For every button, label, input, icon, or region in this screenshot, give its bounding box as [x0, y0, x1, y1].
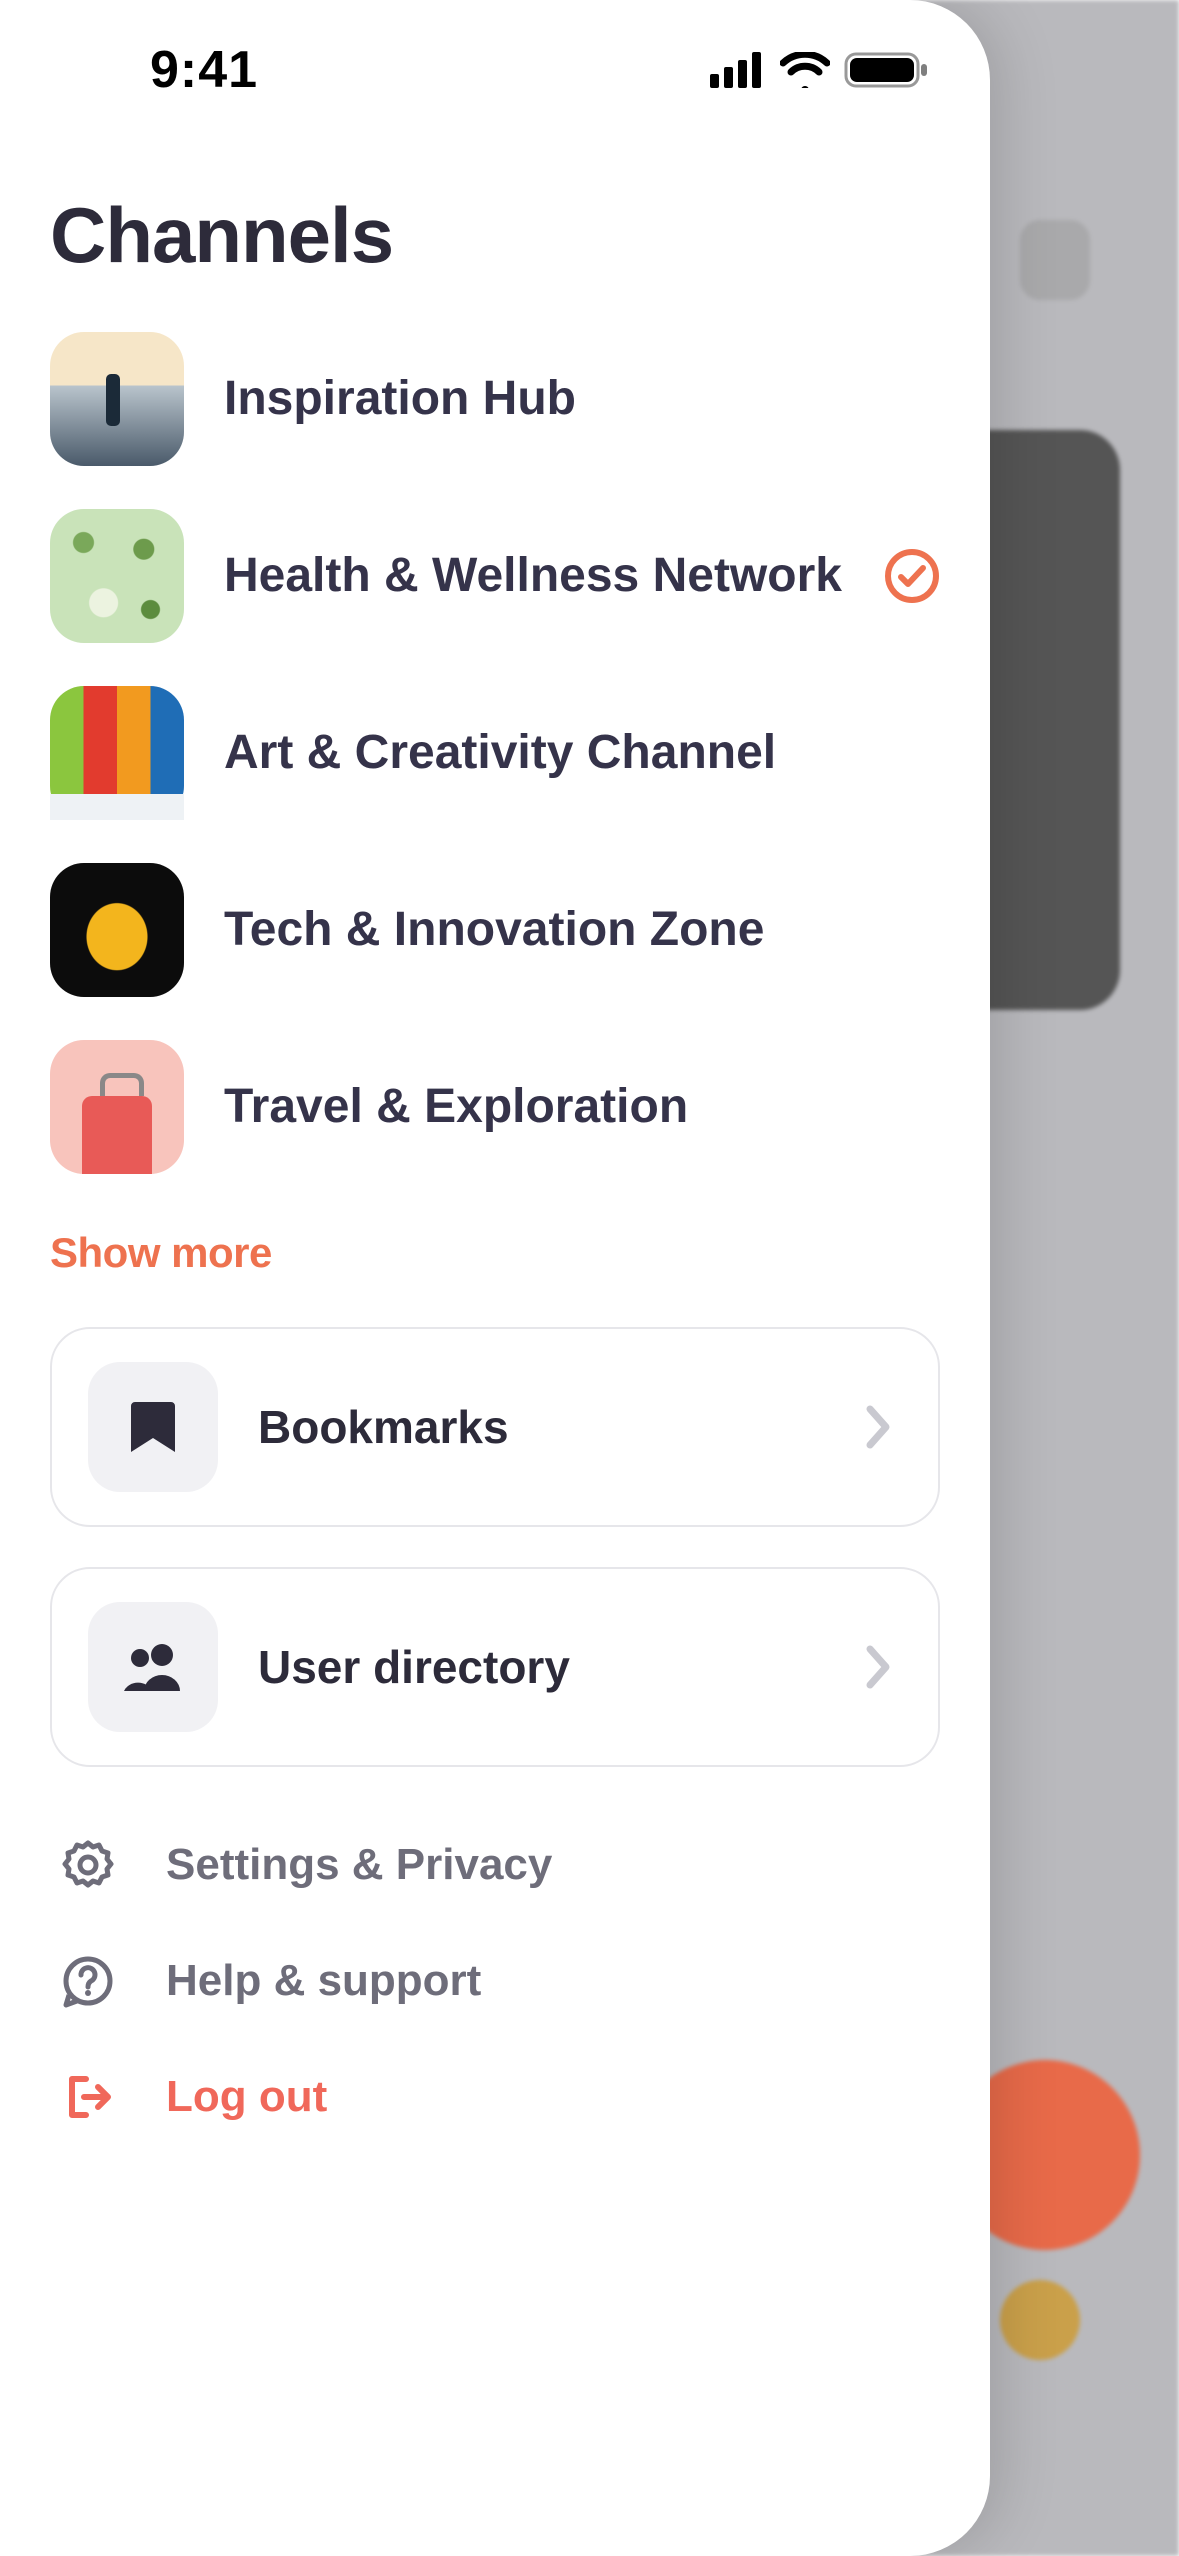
- show-more-button[interactable]: Show more: [50, 1229, 940, 1277]
- users-icon: [88, 1602, 218, 1732]
- status-bar: 9:41: [50, 0, 940, 110]
- settings-item-logout[interactable]: Log out: [60, 2069, 940, 2125]
- settings-item-settings-privacy[interactable]: Settings & Privacy: [60, 1837, 940, 1893]
- channel-item-tech-innovation[interactable]: Tech & Innovation Zone: [50, 862, 940, 997]
- gear-icon: [60, 1837, 116, 1893]
- status-time: 9:41: [50, 40, 258, 100]
- wifi-icon: [780, 52, 830, 88]
- channel-label: Art & Creativity Channel: [224, 725, 940, 780]
- nav-card-list: Bookmarks User directory: [50, 1327, 940, 1767]
- battery-icon: [844, 50, 930, 90]
- settings-item-help-support[interactable]: Help & support: [60, 1953, 940, 2009]
- channel-thumbnail: [50, 686, 184, 820]
- settings-label: Help & support: [166, 1956, 481, 2006]
- channel-thumbnail: [50, 332, 184, 466]
- nav-card-user-directory[interactable]: User directory: [50, 1567, 940, 1767]
- channel-label: Health & Wellness Network: [224, 548, 844, 603]
- side-drawer: 9:41 Channels Inspiration Hub: [0, 0, 990, 2556]
- channel-item-art-creativity[interactable]: Art & Creativity Channel: [50, 685, 940, 820]
- settings-label: Settings & Privacy: [166, 1840, 552, 1890]
- status-icons: [710, 50, 940, 90]
- channel-thumbnail: [50, 509, 184, 643]
- logout-icon: [60, 2069, 116, 2125]
- channel-item-travel-exploration[interactable]: Travel & Exploration: [50, 1039, 940, 1174]
- cellular-icon: [710, 52, 766, 88]
- nav-card-label: User directory: [258, 1640, 824, 1694]
- nav-card-label: Bookmarks: [258, 1400, 824, 1454]
- settings-list: Settings & Privacy Help & support Log ou…: [50, 1837, 940, 2125]
- channel-label: Inspiration Hub: [224, 371, 940, 426]
- chevron-right-icon: [864, 1405, 892, 1449]
- help-icon: [60, 1953, 116, 2009]
- channel-list: Inspiration Hub Health & Wellness Networ…: [50, 331, 940, 1174]
- channel-label: Tech & Innovation Zone: [224, 902, 940, 957]
- chevron-right-icon: [864, 1645, 892, 1689]
- check-circle-icon: [884, 548, 940, 604]
- channel-label: Travel & Exploration: [224, 1079, 940, 1134]
- channel-thumbnail: [50, 1040, 184, 1174]
- nav-card-bookmarks[interactable]: Bookmarks: [50, 1327, 940, 1527]
- channel-item-health-wellness[interactable]: Health & Wellness Network: [50, 508, 940, 643]
- page-title: Channels: [50, 190, 940, 281]
- channel-thumbnail: [50, 863, 184, 997]
- settings-label: Log out: [166, 2072, 327, 2122]
- bookmark-icon: [88, 1362, 218, 1492]
- channel-item-inspiration-hub[interactable]: Inspiration Hub: [50, 331, 940, 466]
